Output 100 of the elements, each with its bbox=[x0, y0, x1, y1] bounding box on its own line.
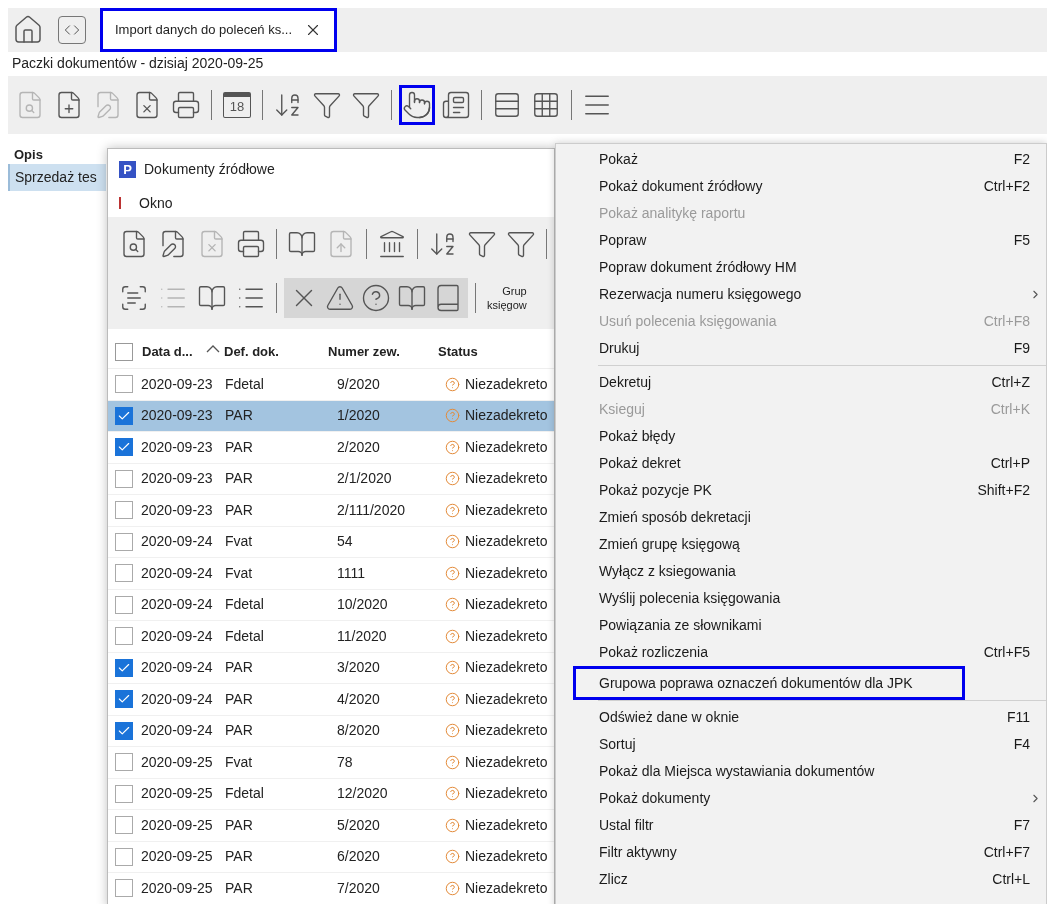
menu-item[interactable]: Zlicz Ctrl+L bbox=[556, 866, 1046, 893]
table-cell-text: Niezadekreto bbox=[465, 563, 548, 583]
menu-item[interactable]: Pokaż F2 bbox=[556, 146, 1046, 173]
table-cell-text: Niezadekreto bbox=[465, 374, 548, 394]
menu-item[interactable]: Odśwież dane w oknie F11 bbox=[556, 704, 1046, 731]
book-icon bbox=[287, 229, 317, 259]
status-icon bbox=[445, 534, 460, 550]
table-row[interactable]: 2020-09-23 PAR 2/2020 Niezadekreto bbox=[108, 432, 554, 464]
table-cell-text: 2/111/2020 bbox=[337, 500, 406, 520]
table-row[interactable]: 2020-09-24 PAR 4/2020 Niezadekreto bbox=[108, 684, 554, 716]
menu-item[interactable]: Rezerwacja numeru księgowego bbox=[556, 281, 1046, 308]
document-tab[interactable]: Import danych do poleceń ks... bbox=[100, 8, 338, 52]
menu-item[interactable]: Pokaż pozycje PK Shift+F2 bbox=[556, 477, 1046, 504]
menu-item[interactable]: Pokaż rozliczenia Ctrl+F5 bbox=[556, 639, 1046, 666]
row-checkbox[interactable] bbox=[115, 438, 133, 457]
menu-item[interactable]: Okno bbox=[139, 192, 173, 214]
row-checkbox[interactable] bbox=[115, 406, 133, 425]
table-row[interactable]: 2020-09-24 Fvat 1111 Niezadekreto bbox=[108, 558, 554, 590]
toolbar-text-button[interactable]: Grup księgow bbox=[483, 284, 527, 312]
menu-shortcut: F9 bbox=[1013, 339, 1030, 358]
table-row[interactable]: 2020-09-23 PAR 1/2020 Niezadekreto bbox=[108, 400, 554, 432]
row-checkbox[interactable] bbox=[115, 721, 133, 740]
table-row[interactable]: 2020-09-25 PAR 6/2020 Niezadekreto bbox=[108, 841, 554, 873]
menu-item[interactable]: Popraw F5 bbox=[556, 227, 1046, 254]
table-cell-text: 7/2020 bbox=[337, 878, 381, 898]
table-row[interactable]: 2020-09-25 Fvat 78 Niezadekreto bbox=[108, 747, 554, 779]
warning-icon bbox=[325, 283, 355, 313]
row-checkbox[interactable] bbox=[115, 595, 133, 614]
row-checkbox[interactable] bbox=[115, 627, 133, 646]
calendar-button[interactable]: 18 bbox=[219, 85, 255, 125]
row-checkbox[interactable] bbox=[115, 690, 133, 709]
table-row[interactable]: 2020-09-24 Fvat 54 Niezadekreto bbox=[108, 526, 554, 558]
table-row[interactable]: 2020-09-24 Fdetal 10/2020 Niezadekreto bbox=[108, 589, 554, 621]
table-row[interactable]: 2020-09-25 PAR 5/2020 Niezadekreto bbox=[108, 810, 554, 842]
table-row[interactable]: 2020-09-23 Fdetal 9/2020 Niezadekreto bbox=[108, 369, 554, 401]
menu-item[interactable]: Pokaż dekret Ctrl+P bbox=[556, 450, 1046, 477]
column-header[interactable]: Status bbox=[438, 341, 478, 362]
table-row[interactable]: 2020-09-23 PAR 2/1/2020 Niezadekreto bbox=[108, 463, 554, 495]
menu-item[interactable]: Pokaż dokument źródłowy Ctrl+F2 bbox=[556, 173, 1046, 200]
table-cell-text: 11/2020 bbox=[337, 626, 388, 646]
table-row[interactable]: 2020-09-24 PAR 3/2020 Niezadekreto bbox=[108, 652, 554, 684]
toolbar-button[interactable] bbox=[399, 85, 435, 125]
open-book-icon bbox=[397, 283, 427, 313]
menu-item[interactable]: Pokaż błędy bbox=[556, 423, 1046, 450]
row-checkbox[interactable] bbox=[115, 501, 133, 520]
select-all-checkbox[interactable] bbox=[115, 342, 133, 361]
table-row[interactable]: 2020-09-25 Fdetal 12/2020 Niezadekreto bbox=[108, 778, 554, 810]
column-header[interactable]: Def. dok. bbox=[224, 341, 328, 362]
row-checkbox[interactable] bbox=[115, 753, 133, 772]
menu-item[interactable]: Dekretuj Ctrl+Z bbox=[556, 369, 1046, 396]
row-checkbox[interactable] bbox=[115, 469, 133, 488]
menu-item[interactable]: Popraw dokument źródłowy HM bbox=[556, 254, 1046, 281]
navigation-icon[interactable] bbox=[58, 16, 86, 44]
menu-item[interactable]: Ustal filtr F7 bbox=[556, 812, 1046, 839]
menu-item[interactable]: Pokaż dokumenty bbox=[556, 785, 1046, 812]
menu-shortcut: Ctrl+F5 bbox=[983, 643, 1030, 662]
menu-item[interactable]: Wyślij polecenia księgowania bbox=[556, 585, 1046, 612]
menu-shortcut: Ctrl+Z bbox=[991, 373, 1030, 392]
row-checkbox[interactable] bbox=[115, 847, 133, 866]
menu-item[interactable]: Drukuj F9 bbox=[556, 335, 1046, 362]
column-header[interactable]: Numer zew. bbox=[328, 341, 438, 362]
menu-item[interactable]: Pokaż dla Miejsca wystawiania dokumentów bbox=[556, 758, 1046, 785]
table-cell-text: PAR bbox=[225, 878, 254, 898]
status-icon bbox=[445, 849, 460, 865]
row-checkbox[interactable] bbox=[115, 816, 133, 835]
table-cell-text: 2020-09-24 bbox=[141, 626, 214, 646]
status-icon bbox=[445, 502, 460, 518]
row-checkbox[interactable] bbox=[115, 784, 133, 803]
column-header: Opis bbox=[14, 147, 43, 162]
column-header[interactable]: Data d... bbox=[142, 341, 204, 362]
status-icon bbox=[445, 723, 460, 739]
home-icon[interactable] bbox=[12, 14, 44, 46]
table-row[interactable]: 2020-09-24 Fdetal 11/2020 Niezadekreto bbox=[108, 621, 554, 653]
menu-item[interactable]: Filtr aktywny Ctrl+F7 bbox=[556, 839, 1046, 866]
menu-item[interactable]: Zmień sposób dekretacji bbox=[556, 504, 1046, 531]
table-row[interactable]: 2020-09-23 PAR 2/111/2020 Niezadekreto bbox=[108, 495, 554, 527]
help-icon bbox=[361, 283, 391, 313]
menu-item[interactable]: Wyłącz z ksiegowania bbox=[556, 558, 1046, 585]
table-cell-text: 78 bbox=[337, 752, 354, 772]
list-row[interactable]: Sprzedaż tes bbox=[8, 164, 106, 191]
menu-item[interactable]: Grupowa poprawa oznaczeń dokumentów dla JPK bbox=[573, 666, 965, 700]
table-cell-text: Niezadekreto bbox=[465, 469, 548, 489]
row-checkbox[interactable] bbox=[115, 564, 133, 583]
table-row[interactable]: 2020-09-24 PAR 8/2020 Niezadekreto bbox=[108, 715, 554, 747]
menu-item[interactable]: Sortuj F4 bbox=[556, 731, 1046, 758]
window-title: Dokumenty źródłowe bbox=[144, 159, 275, 179]
filter-icon bbox=[351, 90, 381, 120]
table-row[interactable]: 2020-09-25 PAR 7/2020 Niezadekreto bbox=[108, 873, 554, 904]
table-cell-text: 12/2020 bbox=[337, 784, 389, 804]
printer-icon bbox=[171, 90, 201, 120]
menu-item[interactable]: Powiązania ze słownikami bbox=[556, 612, 1046, 639]
table-cell-text: Fdetal bbox=[225, 626, 265, 646]
row-checkbox[interactable] bbox=[115, 375, 133, 394]
table-cell-text: 9/2020 bbox=[337, 374, 381, 394]
menu-item[interactable]: Zmień grupę księgową bbox=[556, 531, 1046, 558]
newspaper-icon bbox=[441, 90, 471, 120]
row-checkbox[interactable] bbox=[115, 879, 133, 898]
table-cell-text: 2020-09-23 bbox=[141, 406, 214, 426]
row-checkbox[interactable] bbox=[115, 658, 133, 677]
row-checkbox[interactable] bbox=[115, 532, 133, 551]
